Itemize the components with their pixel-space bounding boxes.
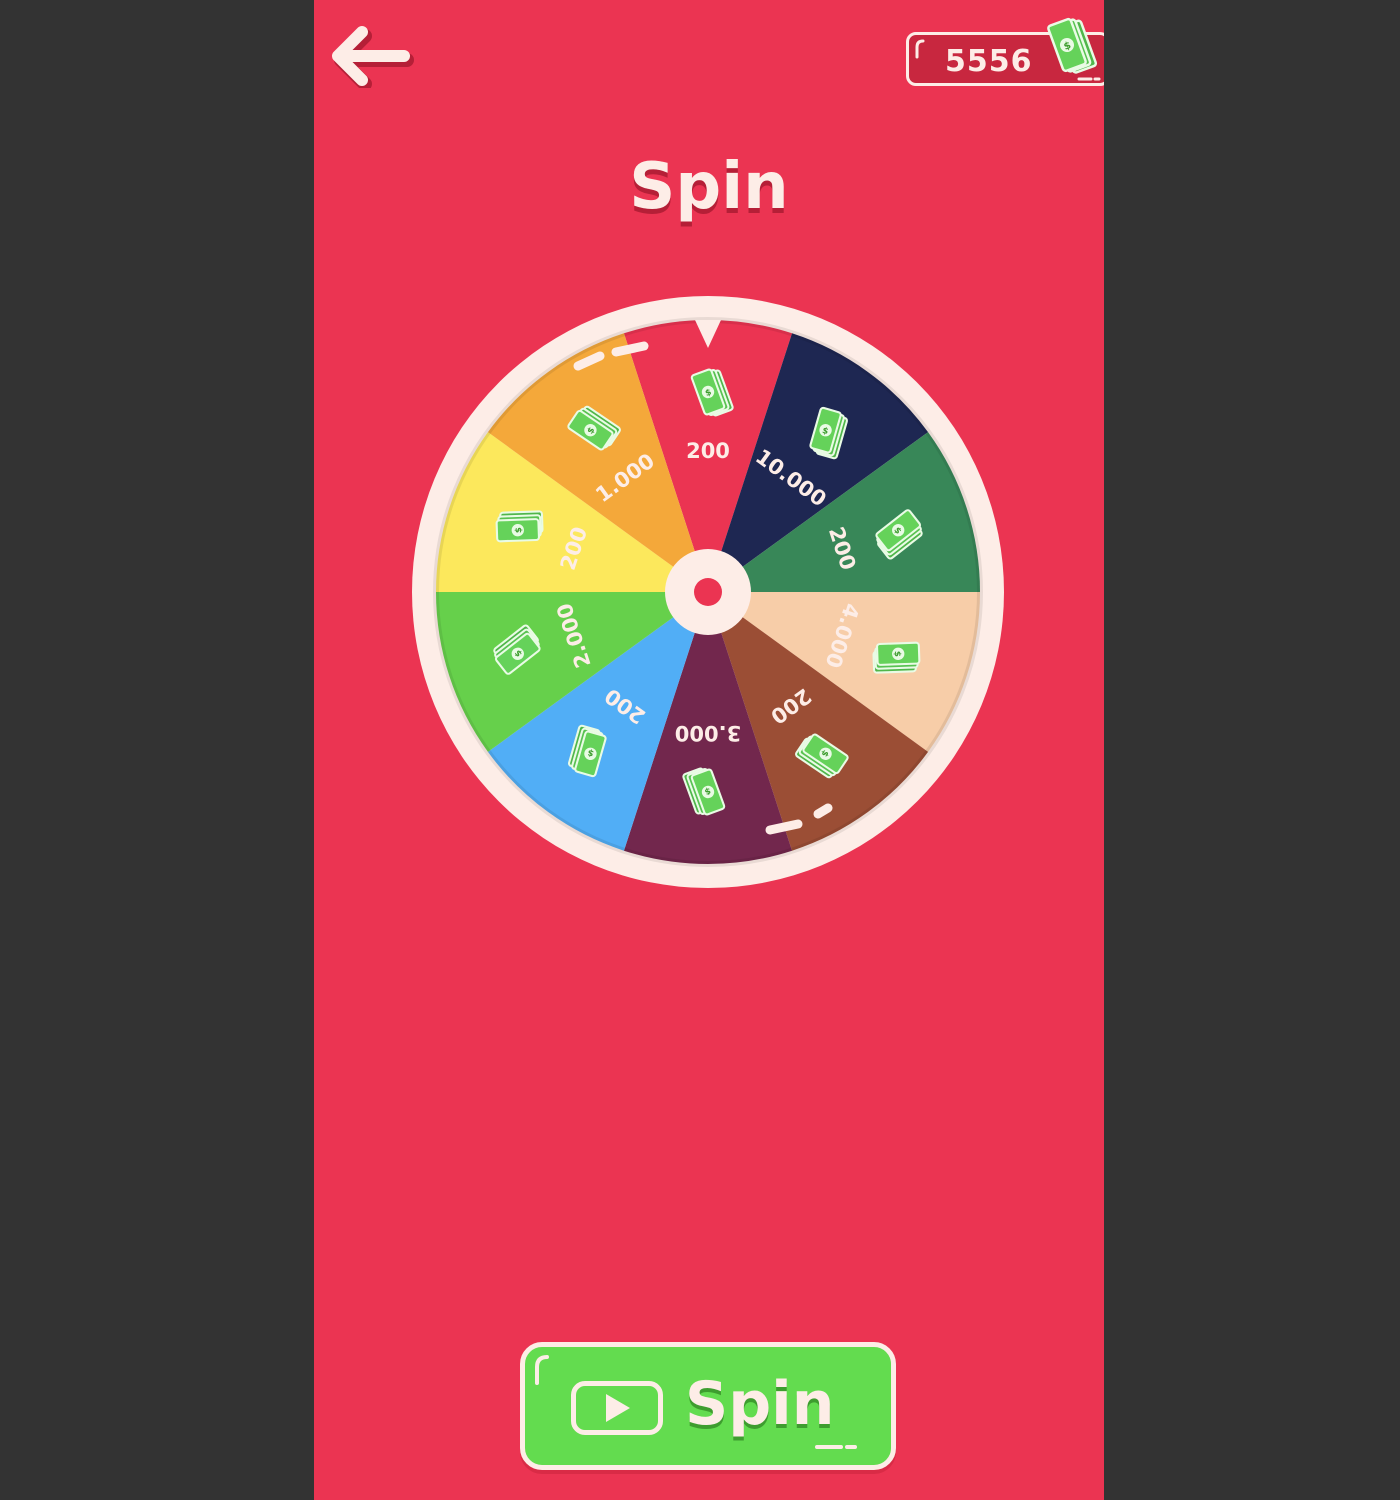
cash-value: 5556 [945,44,1033,79]
wheel-segment-label: 3.000 [675,721,741,745]
wheel-shine [813,803,833,819]
spin-button-label: Spin [685,1369,835,1439]
page-title: Spin [629,150,789,224]
wheel-shine [765,819,803,835]
wheel-segment-label: 200 [686,439,730,463]
prize-wheel-graphic: $ 20010.0002004.0002003.0002002.0002001.… [412,296,1004,888]
left-arrow-icon [332,26,414,88]
cash-stack-icon: $ [1036,10,1098,80]
play-video-icon [571,1381,663,1435]
cash-stack-icon [495,510,544,543]
wheel-shine [611,341,649,357]
prize-wheel: $ 20010.0002004.0002003.0002002.0002001.… [410,294,1006,890]
cash-stack-icon [872,641,921,674]
game-screen: 5556 $ Spin $ [314,0,1104,1500]
back-button[interactable] [332,26,414,88]
wheel-hub-dot [694,578,722,606]
spin-button[interactable]: Spin [520,1342,896,1470]
